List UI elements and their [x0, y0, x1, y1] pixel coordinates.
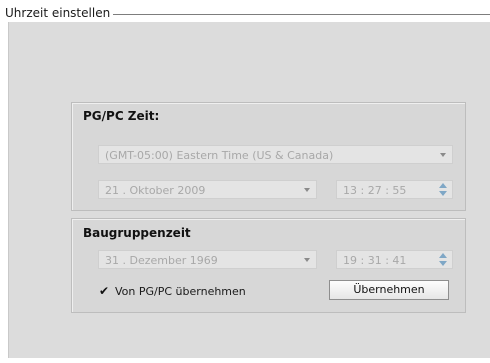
timezone-dropdown[interactable]: (GMT-05:00) Eastern Time (US & Canada) [98, 145, 453, 164]
pgpc-date-dropdown[interactable]: 21 . Oktober 2009 [98, 180, 317, 199]
spinner-icon[interactable] [438, 183, 448, 197]
module-time-spinner[interactable]: 19 : 31 : 41 [336, 250, 453, 269]
spin-down-icon[interactable] [439, 261, 447, 266]
module-date-dropdown[interactable]: 31 . Dezember 1969 [98, 250, 317, 269]
module-time-value: 19 : 31 : 41 [343, 254, 407, 267]
spinner-icon[interactable] [438, 253, 448, 267]
take-from-pgpc-checkbox[interactable]: ✔ Von PG/PC übernehmen [99, 283, 246, 299]
checkbox-label[interactable]: Von PG/PC übernehmen [115, 285, 246, 298]
spin-down-icon[interactable] [439, 191, 447, 196]
checkmark-icon[interactable]: ✔ [99, 285, 111, 297]
pgpc-time-title: PG/PC Zeit: [83, 109, 160, 123]
pgpc-time-value: 13 : 27 : 55 [343, 184, 407, 197]
chevron-down-icon[interactable] [440, 153, 446, 157]
outer-group-header: Uhrzeit einstellen [5, 4, 490, 22]
module-date-value: 31 . Dezember 1969 [105, 254, 218, 267]
spin-up-icon[interactable] [439, 253, 447, 258]
pgpc-date-value: 21 . Oktober 2009 [105, 184, 206, 197]
outer-group-divider [113, 13, 490, 15]
chevron-down-icon[interactable] [304, 188, 310, 192]
spin-up-icon[interactable] [439, 183, 447, 188]
chevron-down-icon[interactable] [304, 258, 310, 262]
outer-group-panel: PG/PC Zeit: (GMT-05:00) Eastern Time (US… [8, 22, 490, 358]
timezone-value: (GMT-05:00) Eastern Time (US & Canada) [105, 149, 334, 162]
set-time-dialog: Uhrzeit einstellen PG/PC Zeit: (GMT-05:0… [0, 0, 490, 363]
module-time-group: Baugruppenzeit 31 . Dezember 1969 19 : 3… [71, 218, 466, 313]
pgpc-time-spinner[interactable]: 13 : 27 : 55 [336, 180, 453, 199]
apply-button[interactable]: Übernehmen [329, 280, 449, 300]
pgpc-time-group: PG/PC Zeit: (GMT-05:00) Eastern Time (US… [71, 102, 466, 211]
module-time-title: Baugruppenzeit [83, 226, 191, 240]
outer-group-title: Uhrzeit einstellen [5, 6, 111, 20]
